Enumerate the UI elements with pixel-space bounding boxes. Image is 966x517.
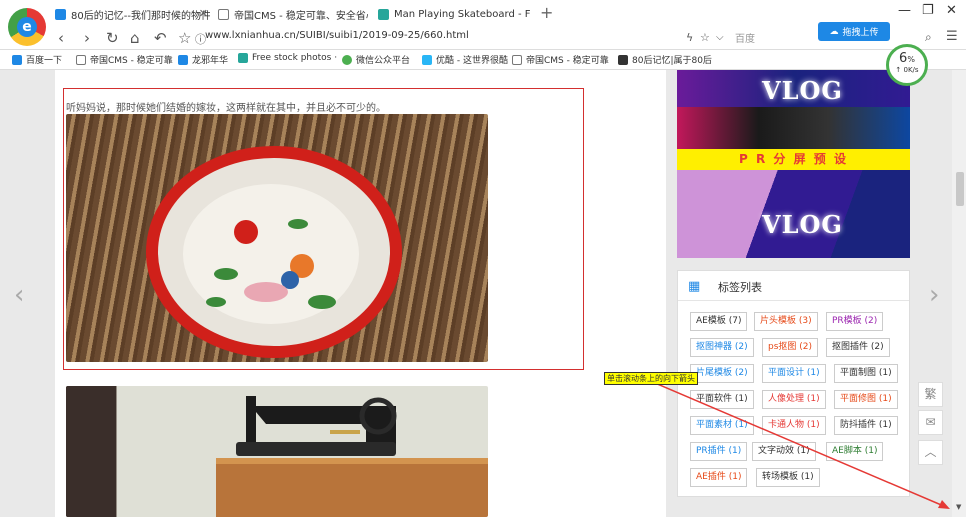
network-speed-gauge[interactable]: 6% ↑ 0K/s (886, 44, 928, 86)
cloud-icon: ☁ (829, 26, 839, 37)
gauge-speed: ↑ 0K/s (895, 66, 919, 74)
upload-label: 拖拽上传 (842, 28, 879, 38)
scroll-tooltip: 单击滚动条上的向下箭头 (604, 372, 698, 385)
gauge-unit: % (907, 55, 915, 64)
annotation-arrow (647, 379, 950, 509)
drag-upload-button[interactable]: ☁ 拖拽上传 (818, 22, 890, 41)
browser-logo-icon: e (8, 8, 46, 46)
